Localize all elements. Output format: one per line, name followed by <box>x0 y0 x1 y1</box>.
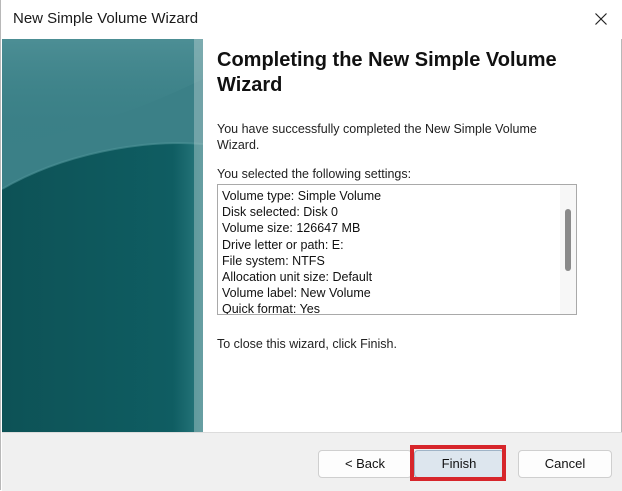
settings-list: Volume type: Simple Volume Disk selected… <box>222 188 382 315</box>
title-bar: New Simple Volume Wizard <box>1 0 622 39</box>
settings-scrollbar[interactable] <box>560 185 576 314</box>
close-instruction: To close this wizard, click Finish. <box>217 337 397 351</box>
scrollbar-thumb[interactable] <box>565 209 571 271</box>
setting-quick-format: Quick format: Yes <box>222 302 320 315</box>
settings-summary-box[interactable]: Volume type: Simple Volume Disk selected… <box>217 184 577 315</box>
setting-volume-label: Volume label: New Volume <box>222 286 371 301</box>
wizard-banner-image <box>2 39 203 432</box>
success-message: You have successfully completed the New … <box>217 122 537 152</box>
finish-button[interactable]: Finish <box>414 450 504 478</box>
window-title: New Simple Volume Wizard <box>13 10 199 27</box>
cancel-button[interactable]: Cancel <box>518 450 612 478</box>
banner-graphic <box>2 39 203 432</box>
setting-volume-type: Volume type: Simple Volume <box>222 189 382 203</box>
setting-allocation-unit: Allocation unit size: Default <box>222 270 373 285</box>
wizard-window: New Simple Volume Wizard Completing the … <box>0 0 622 491</box>
setting-drive-letter: Drive letter or path: E: <box>222 237 344 252</box>
button-bar: < Back Finish Cancel <box>2 432 622 491</box>
settings-label: You selected the following settings: <box>217 167 412 181</box>
page-heading: Completing the New Simple Volume Wizard <box>217 49 557 96</box>
close-icon <box>595 13 607 25</box>
close-button[interactable] <box>585 4 617 34</box>
setting-file-system: File system: NTFS <box>222 253 325 268</box>
setting-volume-size: Volume size: 126647 MB <box>222 221 361 236</box>
back-button[interactable]: < Back <box>318 450 412 478</box>
setting-disk-selected: Disk selected: Disk 0 <box>222 205 339 220</box>
